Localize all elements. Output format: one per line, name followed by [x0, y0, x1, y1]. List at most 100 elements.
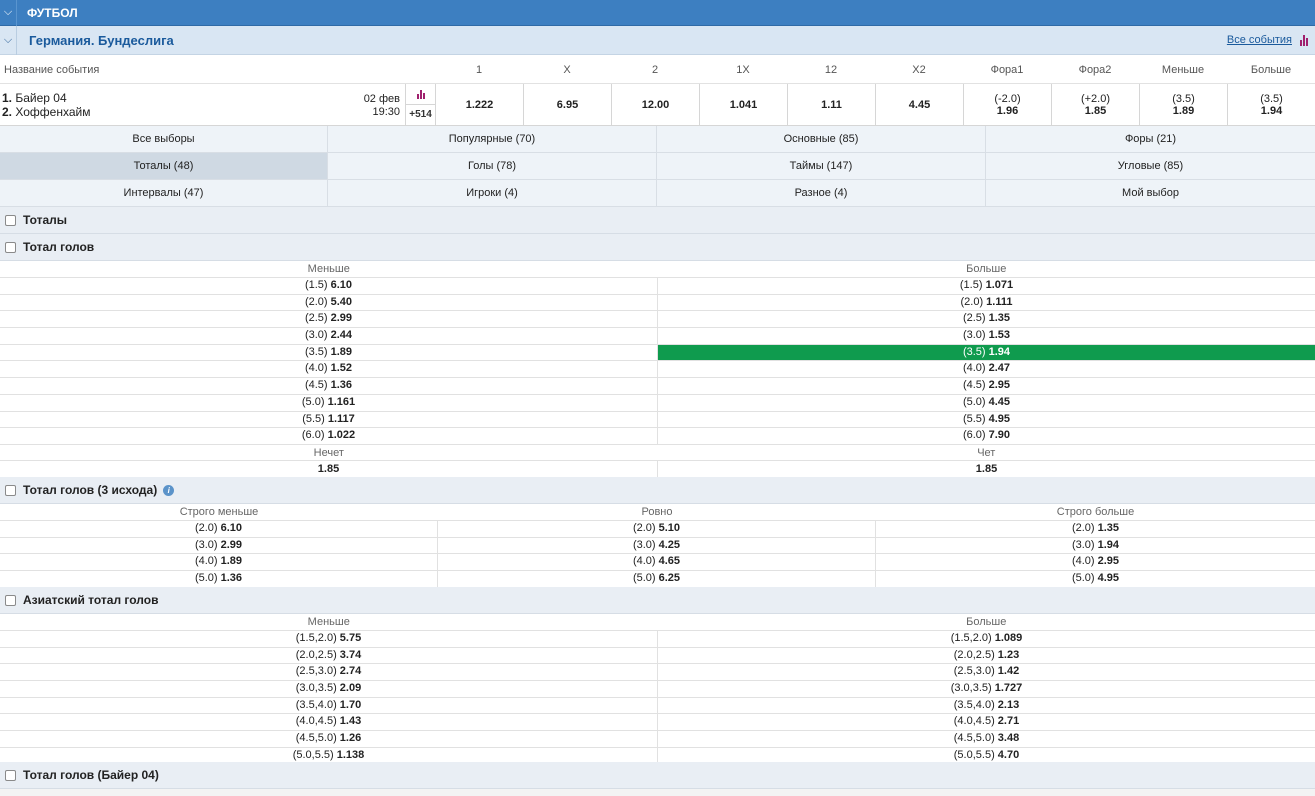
odd-x2[interactable]: 4.45 — [875, 84, 963, 125]
odds-cell[interactable]: (2.0,2.5) 3.74 — [0, 647, 658, 664]
tab-intervals[interactable]: Интервалы (47) — [0, 180, 328, 206]
odd-1x[interactable]: 1.041 — [699, 84, 787, 125]
odds-cell[interactable]: (2.0) 5.40 — [0, 294, 658, 311]
bar-chart-icon[interactable] — [1300, 34, 1308, 46]
odds-cell[interactable]: (1.5,2.0) 5.75 — [0, 631, 658, 647]
odds-cell[interactable]: (5.0) 1.36 — [0, 571, 438, 587]
even-value[interactable]: 1.85 — [658, 461, 1315, 477]
odds-cell[interactable]: (3.0) 1.53 — [658, 328, 1315, 344]
section-total-team[interactable]: Тотал голов (Байер 04) — [0, 762, 1315, 789]
odds-cell[interactable]: (3.0) 2.44 — [0, 328, 658, 344]
section-checkbox[interactable] — [5, 769, 16, 781]
odds-cell[interactable]: (4.5,5.0) 1.26 — [0, 731, 658, 747]
odds-cell[interactable]: (2.0) 1.111 — [658, 295, 1315, 311]
sport-header[interactable]: ⌵ ФУТБОЛ — [0, 0, 1315, 26]
tab-totals[interactable]: Тоталы (48) — [0, 153, 328, 179]
odds-cell[interactable]: (3.5) 1.94 — [658, 344, 1315, 361]
odds-cell[interactable]: (3.0) 4.25 — [438, 537, 876, 554]
odds-value: 2.95 — [988, 379, 1011, 392]
odd-1[interactable]: 1.222 — [435, 84, 523, 125]
odds-cell[interactable]: (2.0) 6.10 — [0, 521, 438, 537]
section-checkbox[interactable] — [5, 214, 16, 226]
more-markets-count[interactable]: +514 — [406, 105, 435, 125]
tab-goals[interactable]: Голы (78) — [328, 153, 657, 179]
odd-value[interactable]: 1.85 — [0, 460, 658, 477]
section-totals[interactable]: Тоталы — [0, 207, 1315, 234]
odds-cell[interactable]: (3.0) 2.99 — [0, 537, 438, 554]
odds-cell[interactable]: (2.0) 1.35 — [876, 521, 1315, 537]
info-icon[interactable]: i — [163, 484, 175, 496]
chevron-down-icon[interactable]: ⌵ — [0, 0, 17, 26]
odds-cell[interactable]: (6.0) 7.90 — [658, 428, 1315, 444]
odds-cell[interactable]: (4.5) 2.95 — [658, 378, 1315, 394]
odds-cell[interactable]: (6.0) 1.022 — [0, 428, 658, 444]
section-total-goals[interactable]: Тотал голов — [0, 234, 1315, 261]
odd-x[interactable]: 6.95 — [523, 84, 611, 125]
odds-cell[interactable]: (3.0) 1.94 — [876, 538, 1315, 554]
sport-title: ФУТБОЛ — [27, 5, 78, 20]
section-checkbox[interactable] — [5, 241, 16, 253]
odds-cell[interactable]: (4.0) 1.89 — [0, 554, 438, 571]
odds-cell[interactable]: (3.5,4.0) 2.13 — [658, 698, 1315, 714]
tab-misc[interactable]: Разное (4) — [657, 180, 986, 206]
odds-cell[interactable]: (2.0) 5.10 — [438, 521, 876, 537]
section-checkbox[interactable] — [5, 484, 16, 496]
odds-cell[interactable]: (1.5) 1.071 — [658, 278, 1315, 294]
odds-cell[interactable]: (3.5) 1.89 — [0, 344, 658, 361]
odds-cell[interactable]: (1.5,2.0) 1.089 — [658, 631, 1315, 647]
stats-button[interactable] — [406, 84, 435, 105]
odds-cell[interactable]: (2.5,3.0) 2.74 — [0, 664, 658, 681]
odds-cell[interactable]: (5.5) 1.117 — [0, 411, 658, 428]
col-2: 2 — [651, 63, 659, 76]
odds-cell[interactable]: (4.5) 1.36 — [0, 378, 658, 394]
odd-12[interactable]: 1.11 — [787, 84, 875, 125]
section-checkbox[interactable] — [5, 594, 16, 606]
odd-2[interactable]: 12.00 — [611, 84, 699, 125]
tab-my-choice[interactable]: Мой выбор — [986, 180, 1315, 206]
odd-less[interactable]: (3.5) 1.89 — [1139, 84, 1227, 125]
chevron-down-icon[interactable]: ⌵ — [0, 25, 17, 55]
odds-cell[interactable]: (4.0,4.5) 2.71 — [658, 714, 1315, 730]
odds-cell[interactable]: (4.0) 1.52 — [0, 361, 658, 378]
odds-cell[interactable]: (2.5) 2.99 — [0, 311, 658, 328]
odds-cell[interactable]: (2.5) 1.35 — [658, 311, 1315, 327]
odds-cell[interactable]: (4.0,4.5) 1.43 — [0, 714, 658, 731]
section-total-goals-3[interactable]: Тотал голов (3 исхода) i — [0, 477, 1315, 504]
odds-cell[interactable]: (4.0) 2.95 — [876, 554, 1315, 570]
odds-cell[interactable]: (5.0) 1.161 — [0, 394, 658, 411]
odds-cell[interactable]: (5.0) 4.95 — [876, 571, 1315, 587]
odds-cell[interactable]: (5.0) 4.45 — [658, 395, 1315, 411]
tab-players[interactable]: Игроки (4) — [328, 180, 657, 206]
event-teams[interactable]: 1. Байер 04 2. Хоффенхайм 02 фев 19:30 — [0, 84, 405, 125]
odds-cell[interactable]: (4.5,5.0) 3.48 — [658, 731, 1315, 747]
odds-cell[interactable]: (2.0,2.5) 1.23 — [658, 648, 1315, 664]
odd-fora2[interactable]: (+2.0) 1.85 — [1051, 84, 1139, 125]
odds-value: 4.45 — [988, 395, 1011, 408]
odds-cell[interactable]: (5.0) 6.25 — [438, 571, 876, 587]
odds-cell[interactable]: (5.5) 4.95 — [658, 412, 1315, 428]
odds-value: 5.10 — [658, 522, 681, 534]
odds-cell[interactable]: (2.5,3.0) 1.42 — [658, 664, 1315, 680]
odds-value: 4.25 — [658, 538, 681, 551]
odd-more[interactable]: (3.5) 1.94 — [1227, 84, 1315, 125]
odd-fora1[interactable]: (-2.0) 1.96 — [963, 84, 1051, 125]
section-asian-total[interactable]: Азиатский тотал голов — [0, 587, 1315, 614]
odds-cell[interactable]: (3.0,3.5) 1.727 — [658, 681, 1315, 697]
odds-param: (5.0) — [301, 395, 325, 408]
odds-cell[interactable]: (4.0) 4.65 — [438, 554, 876, 571]
odds-cell[interactable]: (1.5) 6.10 — [0, 278, 658, 294]
league-header[interactable]: ⌵ Германия. Бундеслига Все события — [0, 25, 1315, 55]
tab-corners[interactable]: Угловые (85) — [986, 153, 1315, 179]
tab-all[interactable]: Все выборы — [0, 126, 328, 152]
tab-handicaps[interactable]: Форы (21) — [986, 126, 1315, 152]
odds-cell[interactable]: (3.5,4.0) 1.70 — [0, 697, 658, 714]
odds-cell[interactable]: (3.0,3.5) 2.09 — [0, 681, 658, 697]
all-events-link[interactable]: Все события — [1227, 34, 1292, 46]
tab-halves[interactable]: Таймы (147) — [657, 153, 986, 179]
tab-main[interactable]: Основные (85) — [657, 126, 986, 152]
table-row: (3.0) 2.99 (3.0) 4.25 (3.0) 1.94 — [0, 536, 1315, 554]
odds-param: (3.0) — [194, 538, 218, 551]
tab-popular[interactable]: Популярные (70) — [328, 126, 657, 152]
odds-cell[interactable]: (4.0) 2.47 — [658, 361, 1315, 377]
header-odd: Нечет — [313, 446, 344, 459]
